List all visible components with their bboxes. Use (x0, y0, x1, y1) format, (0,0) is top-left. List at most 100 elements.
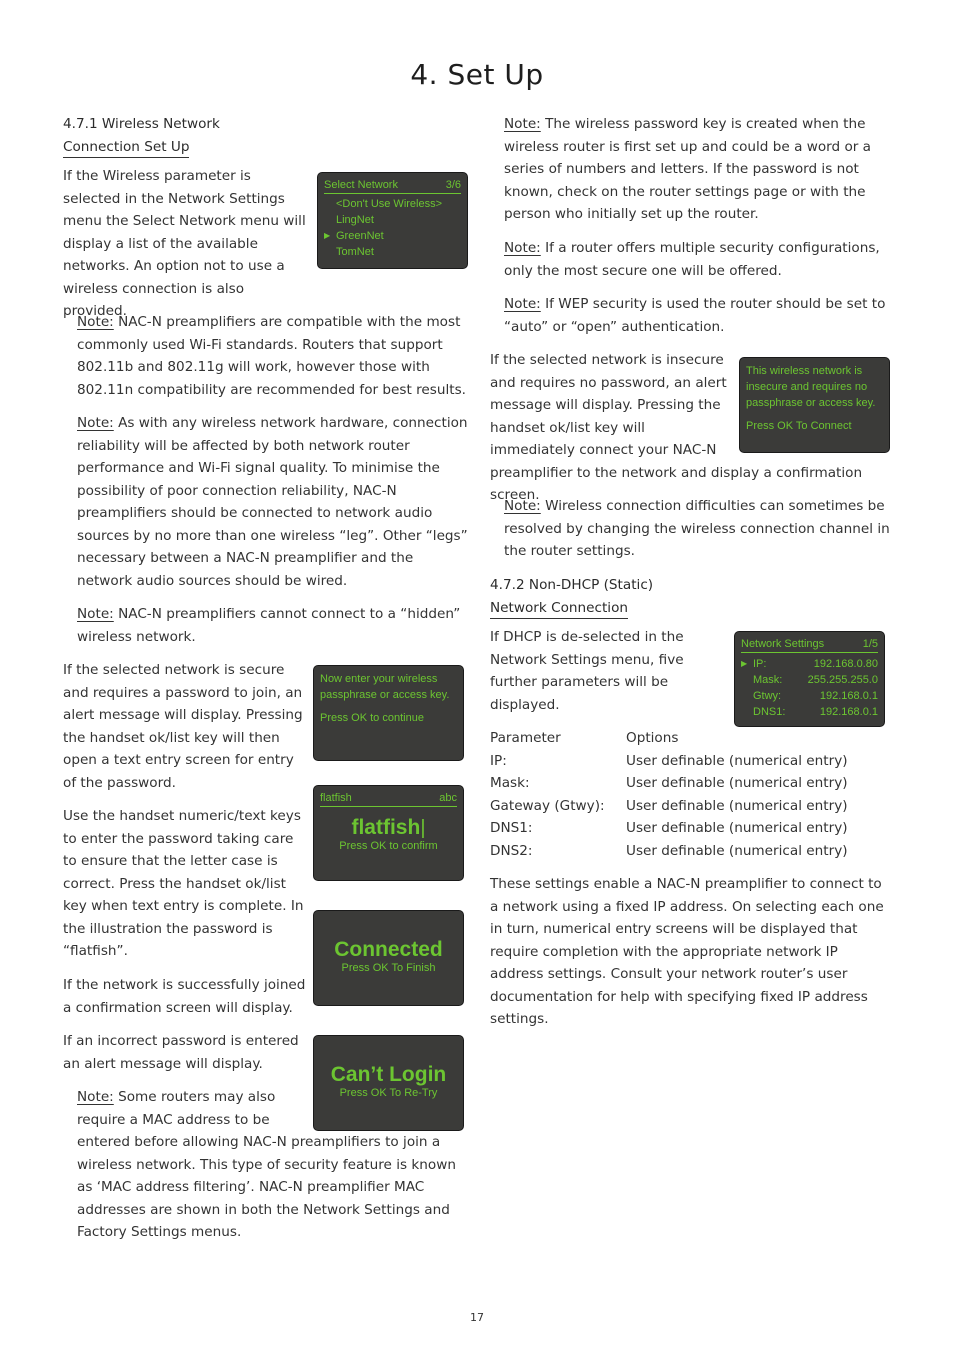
section-471-heading: 4.7.1 Wireless Network Connection Set Up (63, 113, 220, 158)
note-label: Note: (77, 1089, 114, 1105)
setting-key: Mask: (753, 674, 783, 686)
screen-counter: 3/6 (445, 179, 461, 191)
text-cursor: | (420, 817, 426, 839)
parameter-cell: IP: (490, 752, 507, 769)
parameter-cell: DNS2: (490, 842, 533, 859)
note-label: Note: (504, 116, 541, 132)
setting-value: 192.168.0.1 (819, 706, 878, 718)
setting-row[interactable]: Mask: 255.255.255.0 (741, 672, 878, 688)
section-471-heading-line2: Connection Set Up (63, 137, 190, 158)
screen-message: This wireless network is insecure and re… (740, 358, 889, 434)
table-row: DNS2: User definable (numerical entry) (490, 840, 848, 863)
screen-action-hint: Press OK To Finish (341, 962, 436, 974)
paragraph: If the network is successfully joined a … (63, 977, 306, 1016)
page-number: 17 (470, 1311, 484, 1324)
screen-message-line: This wireless network is insecure and re… (746, 365, 876, 409)
setting-row-selected[interactable]: ▶ IP: 192.168.0.80 (741, 656, 878, 672)
note-reliability: Note: As with any wireless network hardw… (77, 412, 469, 592)
note-text: As with any wireless network hardware, c… (77, 415, 468, 589)
setting-key: DNS1: (753, 706, 786, 718)
note-text: NAC-N preamplifiers cannot connect to a … (77, 606, 461, 645)
setting-row[interactable]: Gtwy: 192.168.0.1 (741, 688, 878, 704)
note-label: Note: (77, 606, 114, 622)
paragraph: If an incorrect password is entered an a… (63, 1033, 299, 1072)
input-mode: abc (439, 792, 457, 804)
section-472-heading-line1: 4.7.2 Non-DHCP (Static) (490, 577, 654, 593)
select-network-screen: Select Network 3/6 <Don't Use Wireless> … (317, 172, 468, 269)
setting-value: 255.255.255.0 (807, 674, 878, 686)
page-title: 4. Set Up (410, 58, 544, 91)
screen-title: flatfish (320, 792, 352, 804)
network-item-selected[interactable]: ▶ GreenNet (324, 228, 461, 244)
settings-list: ▶ IP: 192.168.0.80 Mask: 255.255.255.0 Gtwy… (741, 656, 878, 720)
note-label: Note: (504, 240, 541, 256)
password-value: flatfish (351, 816, 421, 839)
options-cell: User definable (numerical entry) (626, 775, 848, 791)
table-row: Gateway (Gtwy): User definable (numerical… (490, 795, 848, 818)
note-security-configs: Note: If a router offers multiple securi… (504, 237, 894, 282)
section-471-intro: If the Wireless parameter is selected in… (63, 165, 309, 323)
screen-counter: 1/5 (862, 638, 878, 650)
section-471-heading-line1: 4.7.1 Wireless Network (63, 116, 220, 132)
section-472-heading: 4.7.2 Non-DHCP (Static) Network Connecti… (490, 574, 653, 619)
table-row: Mask: User definable (numerical entry) (490, 772, 848, 795)
note-label: Note: (504, 498, 541, 514)
network-item-label: <Don't Use Wireless> (336, 198, 443, 210)
joined-text: If the network is successfully joined a … (63, 974, 307, 1019)
network-item-label: GreenNet (336, 230, 384, 242)
password-entry-screen: flatfish abc flatfish| Press OK to confi… (313, 785, 464, 881)
network-list: <Don't Use Wireless> LingNet ▶ GreenNet T… (324, 196, 461, 260)
table-row: DNS1: User definable (numerical entry) (490, 817, 848, 840)
parameter-cell: DNS1: (490, 820, 533, 836)
screen-title: Network Settings (741, 638, 825, 650)
note-hidden-network: Note: NAC-N preamplifiers cannot connect… (77, 603, 469, 648)
options-cell: User definable (numerical entry) (626, 842, 848, 859)
network-settings-screen: Network Settings 1/5 ▶ IP: 192.168.0.80 Ma… (734, 631, 885, 727)
screen-message: Now enter your wireless passphrase or ac… (314, 666, 463, 726)
note-wep: Note: If WEP security is used the router… (504, 293, 894, 338)
setting-row[interactable]: DNS1: 192.168.0.1 (741, 704, 878, 720)
note-label: Note: (77, 415, 114, 431)
note-password-key: Note: The wireless password key is creat… (504, 113, 894, 226)
incorrect-password-text: If an incorrect password is entered an a… (63, 1030, 307, 1075)
parameter-cell: Gateway (Gtwy): (490, 797, 605, 814)
screen-header: Select Network 3/6 (324, 179, 461, 194)
section-472-heading-line2: Network Connection (490, 598, 628, 619)
note-text: The wireless password key is created whe… (504, 116, 872, 222)
note-wifi-standards: Note: NAC-N preamplifiers are compatible… (77, 311, 469, 401)
paragraph: These settings enable a NAC-N preamplifi… (490, 876, 884, 1027)
options-cell: User definable (numerical entry) (626, 820, 848, 836)
selection-arrow-icon: ▶ (741, 659, 748, 668)
setting-key: IP: (753, 658, 767, 670)
parameters-table: Parameter Options IP: User definable (num… (490, 727, 848, 862)
section-472-closing: These settings enable a NAC-N preamplifi… (490, 873, 894, 1031)
note-text: If WEP security is used the router shoul… (504, 296, 886, 335)
screen-header: Network Settings 1/5 (741, 638, 878, 653)
handset-keys-text: Use the handset numeric/text keys to ent… (63, 805, 307, 963)
note-channel: Note: Wireless connection difficulties c… (504, 495, 894, 563)
parameters-table-wrapper: Parameter Options IP: User definable (num… (490, 727, 848, 862)
cant-login-message: Can’t Login (330, 1063, 447, 1086)
note-label: Note: (77, 314, 114, 330)
section-472-intro: If DHCP is de-selected in the Network Se… (490, 626, 700, 716)
screen-action-hint: Press OK To Connect (746, 420, 852, 432)
network-item-label: LingNet (336, 214, 374, 226)
network-item[interactable]: LingNet (324, 212, 461, 228)
note-text: Wireless connection difficulties can som… (504, 498, 890, 559)
insecure-network-screen: This wireless network is insecure and re… (739, 357, 890, 453)
screen-action-hint: Press OK to continue (320, 712, 424, 724)
note-text: NAC-N preamplifiers are compatible with … (77, 314, 467, 398)
paragraph: If DHCP is de-selected in the Network Se… (490, 629, 684, 713)
selection-arrow-icon: ▶ (324, 231, 331, 240)
table-header-row: Parameter Options (490, 727, 848, 750)
options-cell: User definable (numerical entry) (626, 797, 848, 814)
screen-title: Select Network (324, 179, 398, 191)
note-text: If a router offers multiple security con… (504, 240, 880, 279)
network-item[interactable]: TomNet (324, 244, 461, 260)
password-field[interactable]: flatfish| (314, 816, 463, 840)
paragraph: If the selected network is secure and re… (63, 662, 303, 791)
column-header: Options (626, 730, 679, 746)
column-header: Parameter (490, 730, 561, 746)
setting-value: 192.168.0.80 (813, 658, 878, 670)
network-item[interactable]: <Don't Use Wireless> (324, 196, 461, 212)
